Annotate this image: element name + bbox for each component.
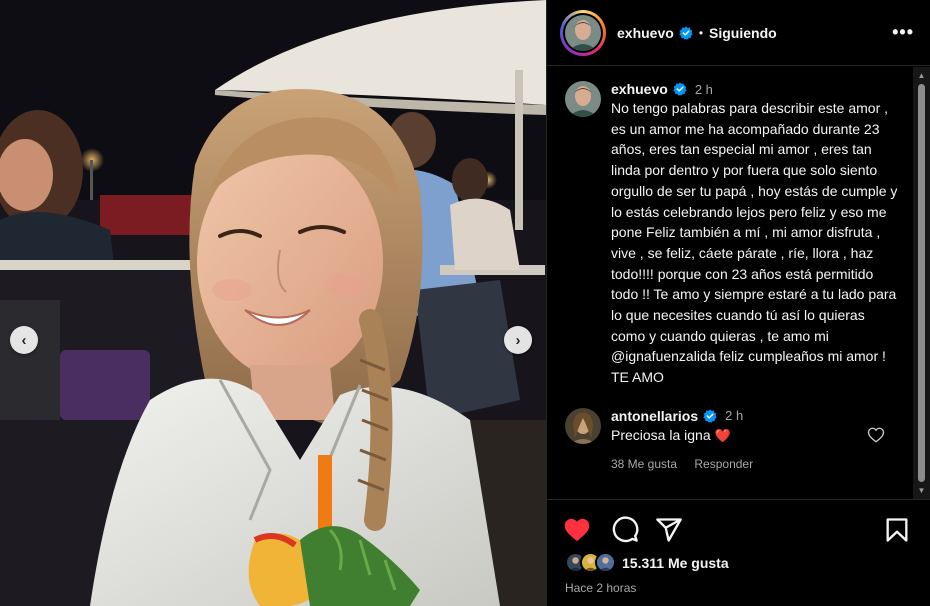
likes-summary: 15.311 Me gusta xyxy=(565,552,729,573)
verified-badge-icon xyxy=(679,26,693,40)
author-username[interactable]: exhuevo xyxy=(617,25,674,41)
scroll-up-arrow[interactable]: ▲ xyxy=(917,71,926,80)
post-photo xyxy=(0,0,546,606)
comments-section[interactable]: exhuevo 2 h No tengo palabras para descr… xyxy=(547,67,913,499)
commenter-avatar[interactable] xyxy=(565,407,601,444)
scrollbar-thumb[interactable] xyxy=(918,84,925,482)
comment-likes-count[interactable]: 38 Me gusta xyxy=(611,457,677,471)
carousel-next-button[interactable]: › xyxy=(504,326,532,354)
scroll-down-arrow[interactable]: ▼ xyxy=(917,486,926,495)
post-caption: exhuevo 2 h No tengo palabras para descr… xyxy=(547,67,913,388)
heart-icon[interactable] xyxy=(563,516,591,544)
send-icon[interactable] xyxy=(655,516,683,544)
carousel-prev-button[interactable]: ‹ xyxy=(10,326,38,354)
more-options-icon[interactable]: ••• xyxy=(892,22,914,43)
comment-text-body: Preciosa la igna xyxy=(611,426,711,443)
reply-button[interactable]: Responder xyxy=(694,457,753,471)
comment-heart-icon[interactable] xyxy=(867,426,885,444)
caption-username[interactable]: exhuevo xyxy=(611,81,668,97)
post-timestamp[interactable]: Hace 2 horas xyxy=(565,581,636,595)
caption-text: No tengo palabras para describir este am… xyxy=(611,100,898,386)
following-button[interactable]: Siguiendo xyxy=(709,25,777,41)
caption-timestamp[interactable]: 2 h xyxy=(695,82,713,97)
post-sidebar: exhuevo • Siguiendo ••• exhuevo 2 h No t… xyxy=(546,0,930,606)
likes-count[interactable]: 15.311 Me gusta xyxy=(622,555,729,571)
comments-scrollbar[interactable]: ▲ ▼ xyxy=(913,67,930,499)
comment-item: antonellarios 2 h Preciosa la igna ❤️ 38… xyxy=(547,388,913,471)
header-separator: • xyxy=(698,25,704,40)
author-avatar[interactable] xyxy=(560,9,606,56)
liker-avatar[interactable] xyxy=(595,552,616,573)
author-avatar-image xyxy=(565,14,601,51)
comment-text: Preciosa la igna ❤️ xyxy=(611,427,871,444)
post-header: exhuevo • Siguiendo ••• xyxy=(547,0,930,66)
bookmark-icon[interactable] xyxy=(883,516,911,544)
commenter-username[interactable]: antonellarios xyxy=(611,408,698,424)
post-actions: 15.311 Me gusta Hace 2 horas xyxy=(547,499,930,606)
comment-icon[interactable] xyxy=(611,516,639,544)
caption-author-avatar[interactable] xyxy=(565,81,601,117)
post-media[interactable]: ‹ › xyxy=(0,0,546,606)
verified-badge-icon xyxy=(673,82,687,96)
comment-timestamp[interactable]: 2 h xyxy=(725,408,743,423)
verified-badge-icon xyxy=(703,409,717,423)
red-heart-emoji: ❤️ xyxy=(714,427,731,443)
comment-actions: 38 Me gusta Responder xyxy=(611,457,871,471)
